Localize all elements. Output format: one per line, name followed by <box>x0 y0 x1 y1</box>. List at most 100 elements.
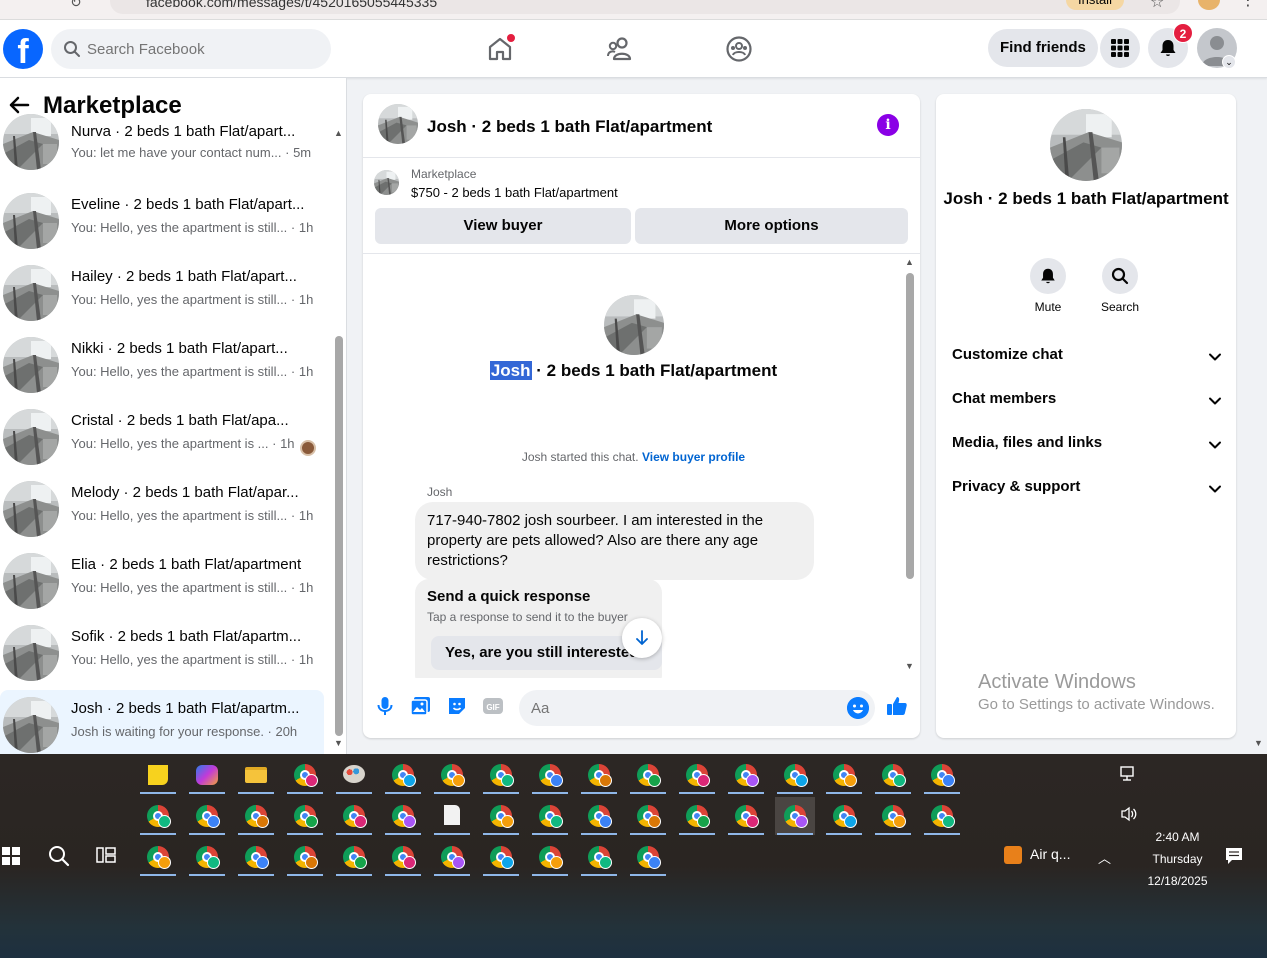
emoji-icon[interactable] <box>847 697 869 719</box>
chrome-profile-taskbar-button[interactable] <box>628 838 668 876</box>
view-buyer-profile-link[interactable]: View buyer profile <box>642 450 745 464</box>
action-center-icon[interactable] <box>1225 847 1243 865</box>
search-box[interactable] <box>51 29 331 69</box>
more-options-button[interactable]: More options <box>635 208 908 244</box>
mute-action[interactable]: Mute <box>1018 258 1078 314</box>
windows-start-icon[interactable] <box>2 847 20 865</box>
bookmark-star-icon[interactable]: ☆ <box>1150 0 1164 12</box>
chrome-profile-taskbar-button[interactable] <box>138 797 178 835</box>
conversation-item-active[interactable]: Josh · 2 beds 1 bath Flat/apartm... Josh… <box>0 690 324 754</box>
chrome-profile-taskbar-button[interactable] <box>873 756 913 794</box>
info-icon[interactable]: i <box>877 114 899 136</box>
taskbar-search-icon[interactable] <box>48 845 70 867</box>
chrome-profile-taskbar-button[interactable] <box>775 756 815 794</box>
chrome-profile-taskbar-button[interactable] <box>628 756 668 794</box>
facebook-logo[interactable]: f <box>3 29 43 69</box>
microphone-icon[interactable] <box>373 694 397 718</box>
chrome-profile-taskbar-button[interactable] <box>432 838 472 876</box>
chat-members-section[interactable]: Chat members <box>952 390 1222 414</box>
chrome-profile-taskbar-button[interactable] <box>481 756 521 794</box>
chrome-profile-taskbar-button[interactable] <box>775 797 815 835</box>
page-scroll-down-arrow-icon[interactable]: ▼ <box>1254 738 1263 748</box>
menu-button[interactable] <box>1100 28 1140 68</box>
conversation-item[interactable]: Melody · 2 beds 1 bath Flat/apar... You:… <box>0 474 324 546</box>
document-taskbar-button[interactable] <box>432 797 472 835</box>
sidebar-scrollbar[interactable]: ▲ ▼ <box>333 128 345 748</box>
chrome-profile-taskbar-button[interactable] <box>530 756 570 794</box>
chrome-profile-taskbar-button[interactable] <box>334 797 374 835</box>
browser-profile-avatar[interactable] <box>1198 0 1220 10</box>
chrome-profile-taskbar-button[interactable] <box>824 756 864 794</box>
reload-icon[interactable]: ↻ <box>70 0 82 11</box>
chrome-profile-taskbar-button[interactable] <box>481 797 521 835</box>
chrome-profile-taskbar-button[interactable] <box>138 838 178 876</box>
chrome-profile-taskbar-button[interactable] <box>481 838 521 876</box>
chrome-profile-taskbar-button[interactable] <box>383 797 423 835</box>
search-action[interactable]: Search <box>1090 258 1150 314</box>
conversation-item[interactable]: Sofik · 2 beds 1 bath Flat/apartm... You… <box>0 618 324 690</box>
chrome-profile-taskbar-button[interactable] <box>187 797 227 835</box>
customize-chat-section[interactable]: Customize chat <box>952 346 1222 370</box>
conversation-item[interactable]: Elia · 2 beds 1 bath Flat/apartment You:… <box>0 546 324 618</box>
message-input[interactable] <box>531 690 831 726</box>
paint-taskbar-button[interactable] <box>334 756 374 794</box>
thumbs-up-icon[interactable] <box>885 694 909 718</box>
chrome-profile-taskbar-button[interactable] <box>383 756 423 794</box>
chrome-profile-taskbar-button[interactable] <box>579 756 619 794</box>
conversation-item[interactable]: Nikki · 2 beds 1 bath Flat/apart... You:… <box>0 330 324 402</box>
chat-title[interactable]: Josh · 2 beds 1 bath Flat/apartment <box>427 117 712 137</box>
volume-icon[interactable] <box>1120 806 1138 822</box>
chrome-profile-taskbar-button[interactable] <box>579 838 619 876</box>
chrome-profile-taskbar-button[interactable] <box>579 797 619 835</box>
scroll-down-arrow-icon[interactable]: ▼ <box>905 661 914 671</box>
chrome-profile-taskbar-button[interactable] <box>285 756 325 794</box>
conversation-item[interactable]: Eveline · 2 beds 1 bath Flat/apart... Yo… <box>0 186 324 258</box>
chrome-profile-taskbar-button[interactable] <box>726 756 766 794</box>
file-explorer-taskbar-button[interactable] <box>236 756 276 794</box>
scroll-down-arrow-icon[interactable]: ▼ <box>334 738 343 748</box>
copilot-taskbar-button[interactable] <box>187 756 227 794</box>
chrome-profile-taskbar-button[interactable] <box>677 756 717 794</box>
chat-avatar[interactable] <box>378 104 418 144</box>
chrome-profile-taskbar-button[interactable] <box>922 797 962 835</box>
address-bar[interactable]: facebook.com/messages/t/4520165055445335 <box>110 0 1180 14</box>
account-chevron-down-icon[interactable]: ⌄ <box>1222 55 1236 69</box>
sticky-notes-taskbar-button[interactable] <box>138 756 178 794</box>
chrome-profile-taskbar-button[interactable] <box>726 797 766 835</box>
chrome-profile-taskbar-button[interactable] <box>383 838 423 876</box>
view-buyer-button[interactable]: View buyer <box>375 208 631 244</box>
conversation-item[interactable]: Hailey · 2 beds 1 bath Flat/apart... You… <box>0 258 324 330</box>
chrome-profile-taskbar-button[interactable] <box>824 797 864 835</box>
friends-icon[interactable] <box>605 34 635 64</box>
chrome-profile-taskbar-button[interactable] <box>285 838 325 876</box>
conversation-item[interactable]: Cristal · 2 beds 1 bath Flat/apa... You:… <box>0 402 324 474</box>
scroll-up-arrow-icon[interactable]: ▲ <box>334 128 343 138</box>
media-files-links-section[interactable]: Media, files and links <box>952 434 1222 458</box>
chrome-profile-taskbar-button[interactable] <box>677 797 717 835</box>
taskbar-clock[interactable]: 2:40 AM Thursday 12/18/2025 <box>1140 826 1215 892</box>
chrome-profile-taskbar-button[interactable] <box>628 797 668 835</box>
scrollbar-thumb[interactable] <box>906 273 914 579</box>
chrome-profile-taskbar-button[interactable] <box>873 797 913 835</box>
chat-scrollbar[interactable]: ▲ ▼ <box>904 257 916 675</box>
browser-menu-icon[interactable]: ⋮ <box>1240 0 1256 10</box>
install-button[interactable]: Install <box>1066 0 1124 10</box>
listing-thumbnail[interactable] <box>374 170 399 195</box>
find-friends-button[interactable]: Find friends <box>988 29 1098 67</box>
attach-photo-icon[interactable] <box>409 694 433 718</box>
conversation-item[interactable]: Nurva · 2 beds 1 bath Flat/apart... You:… <box>0 120 324 172</box>
chrome-profile-taskbar-button[interactable] <box>530 838 570 876</box>
gif-icon[interactable]: GIF <box>481 694 505 718</box>
air-quality-widget[interactable]: Air q... <box>1004 846 1070 865</box>
sticker-icon[interactable] <box>445 694 469 718</box>
chrome-profile-taskbar-button[interactable] <box>187 838 227 876</box>
back-arrow-icon[interactable] <box>8 94 30 116</box>
task-view-icon[interactable] <box>96 846 116 864</box>
scrollbar-thumb[interactable] <box>335 336 343 736</box>
chrome-profile-taskbar-button[interactable] <box>334 838 374 876</box>
scroll-to-bottom-button[interactable] <box>622 618 662 658</box>
show-hidden-icons-chevron-up-icon[interactable]: ︿ <box>1098 848 1111 867</box>
chrome-profile-taskbar-button[interactable] <box>432 756 472 794</box>
listing-price-title[interactable]: $750 - 2 beds 1 bath Flat/apartment <box>411 185 618 200</box>
chrome-profile-taskbar-button[interactable] <box>530 797 570 835</box>
